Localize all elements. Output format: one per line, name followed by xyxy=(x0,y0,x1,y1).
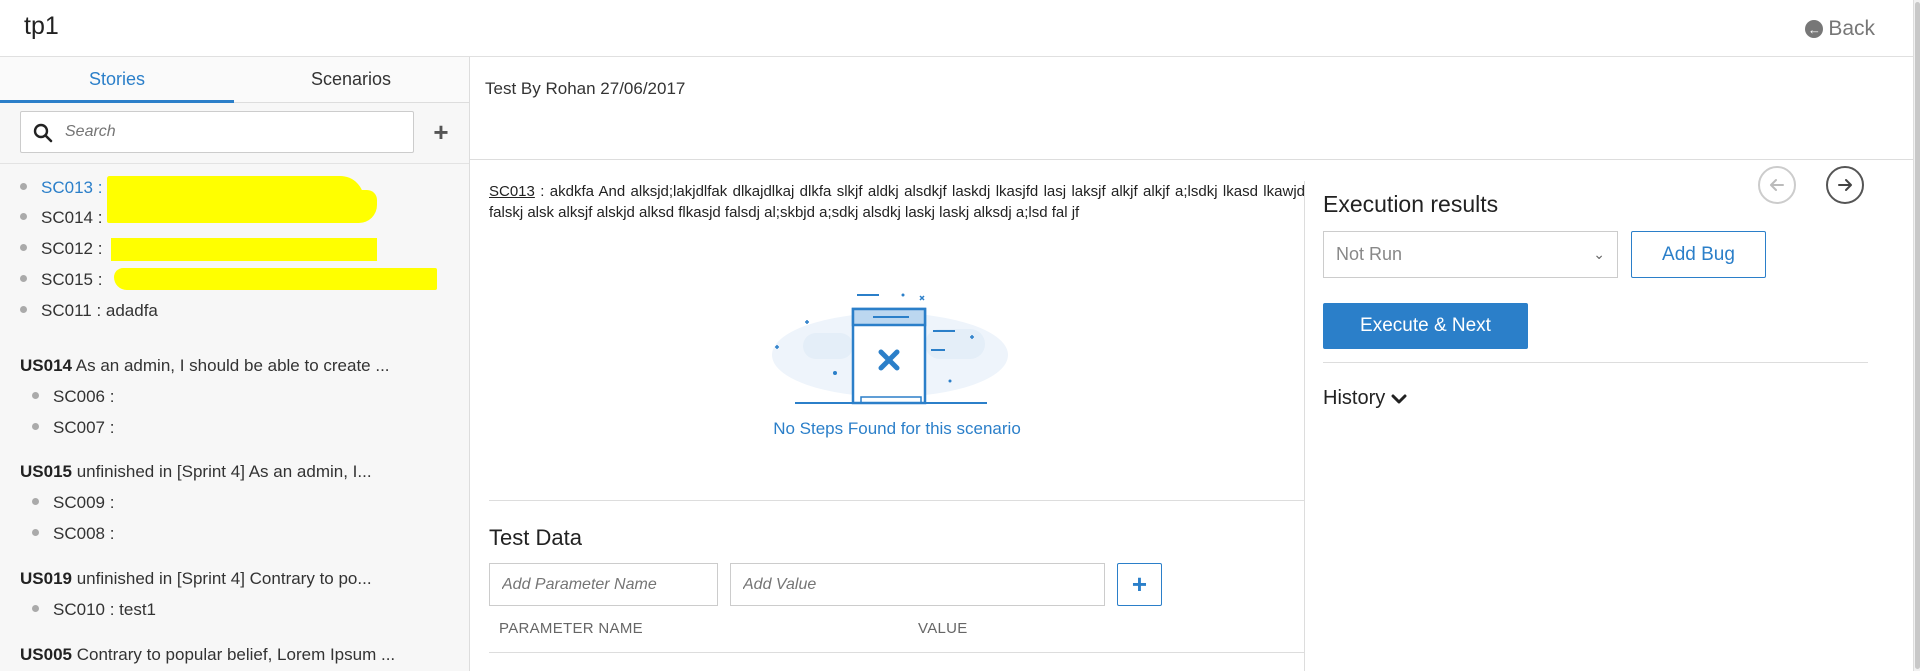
no-steps-message: No Steps Found for this scenario xyxy=(773,419,1021,438)
bullet-icon xyxy=(20,213,27,221)
search-box xyxy=(20,111,414,153)
list-item-sc006[interactable]: SC006 : xyxy=(32,387,114,407)
previous-scenario-button[interactable] xyxy=(1758,166,1796,204)
bullet-icon xyxy=(32,498,39,506)
scenario-id: SC013 xyxy=(489,183,535,200)
parameter-name-input[interactable] xyxy=(489,563,718,606)
divider xyxy=(489,500,1305,501)
story-item-us019[interactable]: US019 unfinished in [Sprint 4] Contrary … xyxy=(20,569,372,589)
arrow-right-icon xyxy=(1838,179,1852,191)
status-select[interactable]: Not Run ⌄ xyxy=(1323,231,1618,278)
list-item-sc011[interactable]: SC011 : adadfa xyxy=(20,301,158,321)
search-input[interactable] xyxy=(65,118,405,146)
sidebar: Stories Scenarios + SC013 : SC014 : SC01… xyxy=(0,57,470,671)
scenario-description: SC013 : akdkfa And alksjd;lakjdlfak dlka… xyxy=(489,181,1305,223)
bullet-icon xyxy=(20,183,27,191)
redaction-mark xyxy=(111,238,377,261)
list-item-sc009[interactable]: SC009 : xyxy=(32,493,114,513)
column-header-parameter-name: PARAMETER NAME xyxy=(499,620,643,637)
main-panel: Test By Rohan 27/06/2017 SC013 : akdkfa … xyxy=(470,57,1913,671)
add-bug-button[interactable]: Add Bug xyxy=(1631,231,1766,278)
divider xyxy=(489,652,1305,653)
bullet-icon xyxy=(32,423,39,431)
parameter-value-input[interactable] xyxy=(730,563,1105,606)
add-parameter-button[interactable]: + xyxy=(1117,563,1162,606)
add-story-button[interactable]: + xyxy=(429,117,453,147)
story-item-us015[interactable]: US015 unfinished in [Sprint 4] As an adm… xyxy=(20,462,372,482)
arrow-left-icon xyxy=(1770,179,1784,191)
list-item-sc010[interactable]: SC010 : test1 xyxy=(32,600,156,620)
divider xyxy=(1323,362,1868,363)
bullet-icon xyxy=(20,244,27,252)
bullet-icon xyxy=(32,529,39,537)
test-data-title: Test Data xyxy=(489,525,582,550)
story-list: SC013 : SC014 : SC012 : SC015 : SC011 : … xyxy=(0,163,469,671)
top-bar: tp1 ← Back xyxy=(0,0,1913,57)
scenario-text: : akdkfa And alksjd;lakjdlfak dlkajdlkaj… xyxy=(489,183,1305,221)
list-item-sc008[interactable]: SC008 : xyxy=(32,524,114,544)
no-steps-illustration xyxy=(772,293,1008,405)
bullet-icon xyxy=(32,605,39,613)
execution-results-title: Execution results xyxy=(1323,191,1499,217)
redaction-mark xyxy=(107,190,377,223)
bullet-icon xyxy=(32,392,39,400)
back-arrow-icon: ← xyxy=(1805,20,1824,38)
list-item-sc013[interactable]: SC013 : xyxy=(20,178,102,198)
story-header: Test By Rohan 27/06/2017 xyxy=(470,57,1913,160)
history-toggle[interactable]: History xyxy=(1323,387,1407,410)
history-label: History xyxy=(1323,387,1386,409)
next-scenario-button[interactable] xyxy=(1826,166,1864,204)
scrollbar-thumb[interactable] xyxy=(1915,2,1920,669)
chevron-down-icon: ⌄ xyxy=(1593,246,1605,262)
list-item-sc012[interactable]: SC012 : xyxy=(20,239,102,259)
bullet-icon xyxy=(20,275,27,283)
sidebar-tabs: Stories Scenarios xyxy=(0,57,469,103)
list-item-sc015[interactable]: SC015 : xyxy=(20,270,102,290)
bullet-icon xyxy=(20,306,27,314)
redaction-mark xyxy=(114,268,437,290)
back-label: Back xyxy=(1828,17,1875,40)
list-item-sc007[interactable]: SC007 : xyxy=(32,418,114,438)
story-item-us014[interactable]: US014 As an admin, I should be able to c… xyxy=(20,356,390,376)
story-title: Test By Rohan 27/06/2017 xyxy=(485,79,686,98)
execute-next-button[interactable]: Execute & Next xyxy=(1323,303,1528,349)
list-item-sc014[interactable]: SC014 : xyxy=(20,208,102,228)
tab-stories[interactable]: Stories xyxy=(0,57,234,103)
chevron-down-icon xyxy=(1391,394,1407,403)
search-icon xyxy=(33,123,53,143)
panel-divider xyxy=(1304,181,1305,671)
status-value: Not Run xyxy=(1336,244,1403,264)
app-title: tp1 xyxy=(24,12,59,40)
story-item-us005[interactable]: US005 Contrary to popular belief, Lorem … xyxy=(20,645,395,665)
column-header-value: VALUE xyxy=(918,620,968,637)
page-scrollbar[interactable] xyxy=(1913,0,1920,671)
back-button[interactable]: ← Back xyxy=(1805,17,1875,41)
tab-scenarios[interactable]: Scenarios xyxy=(234,57,468,103)
